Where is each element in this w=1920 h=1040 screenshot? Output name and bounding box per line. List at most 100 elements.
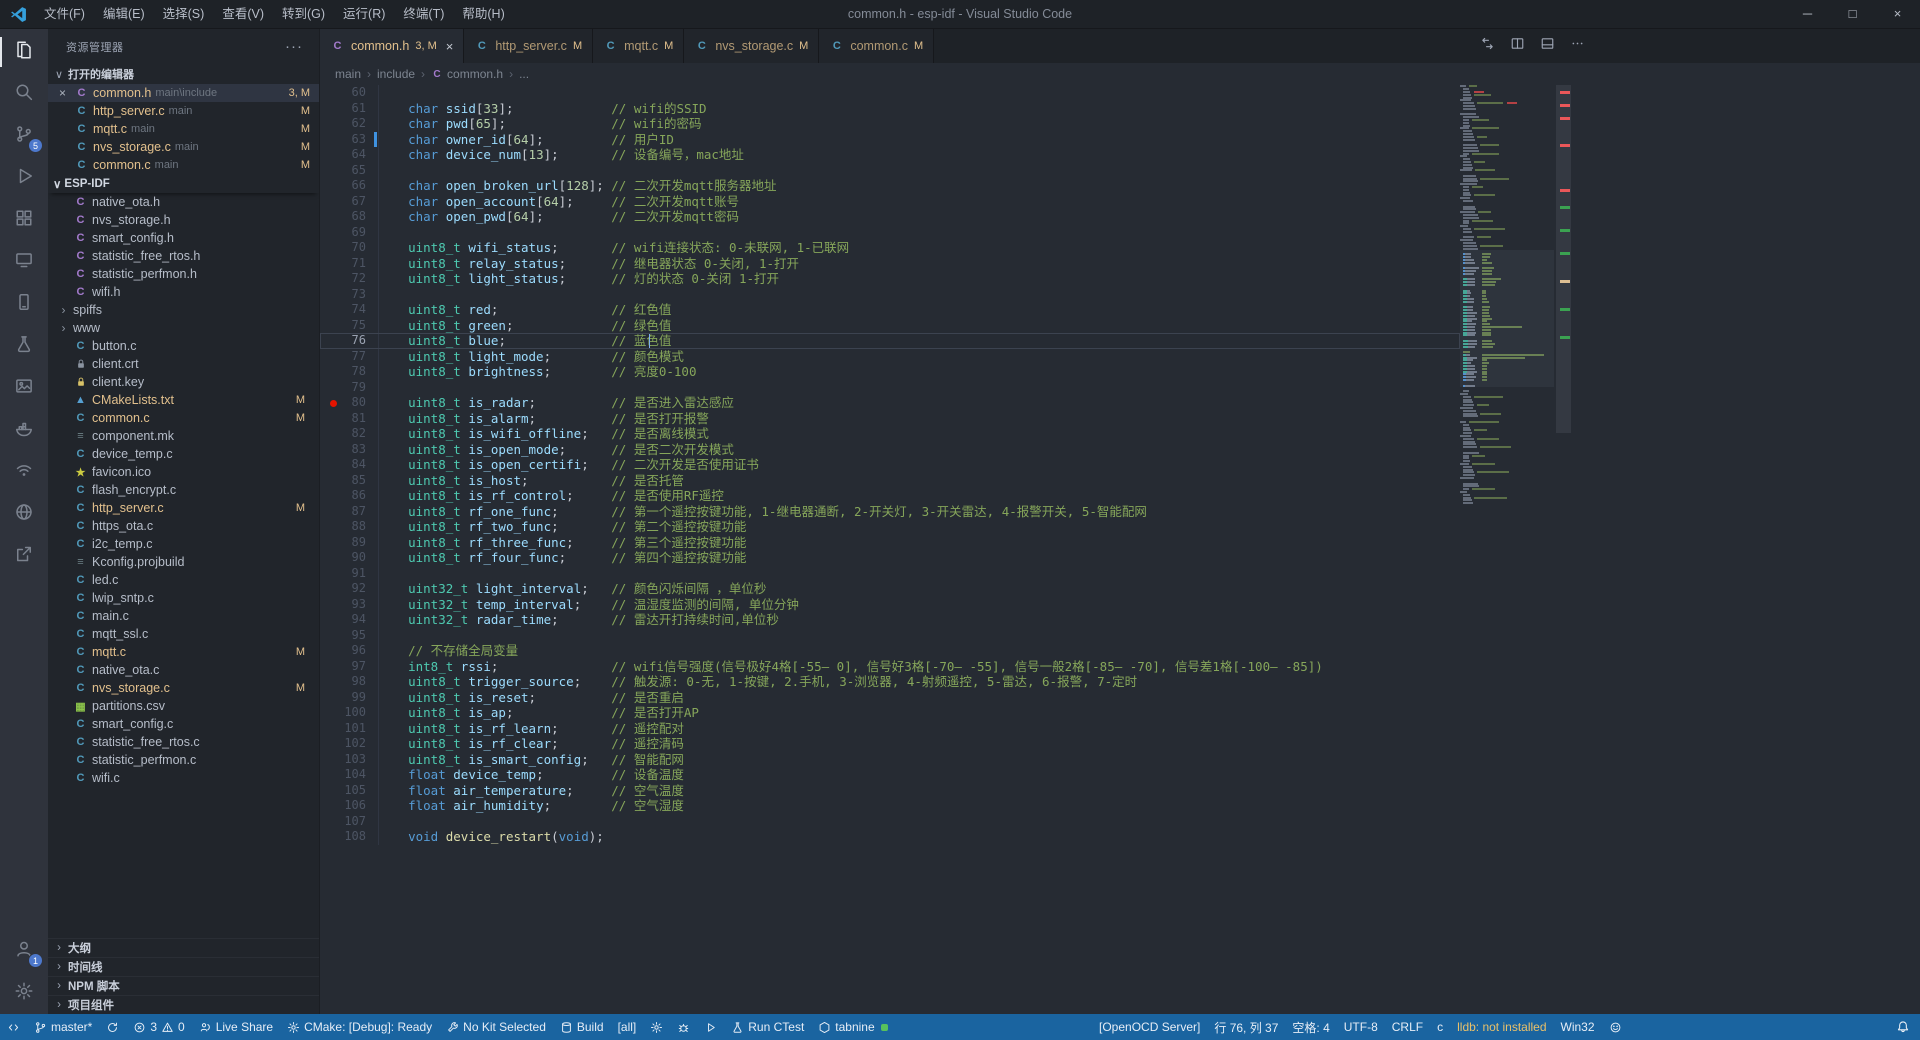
line-number[interactable]: 102 (320, 736, 366, 752)
line-number[interactable]: 60 (320, 85, 366, 101)
line-number[interactable]: 65 (320, 163, 366, 179)
open-editors-header[interactable]: ∨ 打开的编辑器 (48, 64, 319, 84)
line-number[interactable]: 83 (320, 442, 366, 458)
tab-mqtt.c[interactable]: Cmqtt.cM (593, 29, 684, 63)
line-number[interactable]: 69 (320, 225, 366, 241)
file-item[interactable]: client.key (48, 373, 319, 391)
code-line-106[interactable]: 106 float air_humidity;// 空气湿度 (320, 798, 1460, 814)
activity-accounts[interactable]: 1 (0, 930, 48, 972)
sidebar-section[interactable]: ›项目组件 (48, 995, 319, 1014)
code-line-69[interactable]: 69 (320, 225, 1460, 241)
code-line-105[interactable]: 105 float air_temperature;// 空气温度 (320, 783, 1460, 799)
code-line-77[interactable]: 77 uint8_t light_mode;// 颜色模式 (320, 349, 1460, 365)
line-number[interactable]: 104 (320, 767, 366, 783)
sidebar-section[interactable]: ›大纲 (48, 938, 319, 957)
status-tabnine[interactable]: tabnine (811, 1014, 894, 1040)
line-number[interactable]: 82 (320, 426, 366, 442)
code-line-96[interactable]: 96 // 不存储全局变量 (320, 643, 1460, 659)
notifications-bell-icon[interactable] (1896, 1014, 1910, 1040)
code-line-65[interactable]: 65 (320, 163, 1460, 179)
code-line-64[interactable]: 64 char device_num[13];// 设备编号，mac地址 (320, 147, 1460, 163)
code-line-75[interactable]: 75 uint8_t green;// 绿色值 (320, 318, 1460, 334)
code-line-99[interactable]: 99 uint8_t is_reset;// 是否重启 (320, 690, 1460, 706)
line-number[interactable]: 85 (320, 473, 366, 489)
status-cmake-kit[interactable]: No Kit Selected (439, 1014, 553, 1040)
code-line-67[interactable]: 67 char open_account[64];// 二次开发mqtt账号 (320, 194, 1460, 210)
code-line-85[interactable]: 85 uint8_t is_host;// 是否托管 (320, 473, 1460, 489)
open-editor-item[interactable]: Cnvs_storage.cmainM (48, 138, 319, 156)
line-number[interactable]: 106 (320, 798, 366, 814)
code-line-87[interactable]: 87 uint8_t rf_one_func;// 第一个遥控按键功能, 1-继… (320, 504, 1460, 520)
line-number[interactable]: 105 (320, 783, 366, 799)
file-item[interactable]: Chttps_ota.c (48, 517, 319, 535)
code-line-81[interactable]: 81 uint8_t is_alarm;// 是否打开报警 (320, 411, 1460, 427)
code-line-60[interactable]: 60 (320, 85, 1460, 101)
code-line-88[interactable]: 88 uint8_t rf_two_func;// 第二个遥控按键功能 (320, 519, 1460, 535)
file-item[interactable]: Csmart_config.c (48, 715, 319, 733)
code-line-103[interactable]: 103 uint8_t is_smart_config;// 智能配网 (320, 752, 1460, 768)
code-line-79[interactable]: 79 (320, 380, 1460, 396)
code-line-70[interactable]: 70 uint8_t wifi_status;// wifi连接状态: 0-未联… (320, 240, 1460, 256)
code-line-86[interactable]: 86 uint8_t is_rf_control;// 是否使用RF遥控 (320, 488, 1460, 504)
sidebar-section[interactable]: ›NPM 脚本 (48, 976, 319, 995)
code-line-63[interactable]: 63 char owner_id[64];// 用户ID (320, 132, 1460, 148)
code-line-68[interactable]: 68 char open_pwd[64];// 二次开发mqtt密码 (320, 209, 1460, 225)
code-line-102[interactable]: 102 uint8_t is_rf_clear;// 遥控清码 (320, 736, 1460, 752)
code-line-97[interactable]: 97 int8_t rssi;// wifi信号强度(信号极好4格[-55— 0… (320, 659, 1460, 675)
code-line-95[interactable]: 95 (320, 628, 1460, 644)
file-item[interactable]: Clwip_sntp.c (48, 589, 319, 607)
line-number[interactable]: 79 (320, 380, 366, 396)
line-number[interactable]: 98 (320, 674, 366, 690)
breadcrumb-item[interactable]: ... (519, 67, 529, 81)
code-line-76[interactable]: 76 uint8_t blue;// 蓝色值 (320, 333, 1460, 349)
file-item[interactable]: Cflash_encrypt.c (48, 481, 319, 499)
open-editor-item[interactable]: Chttp_server.cmainM (48, 102, 319, 120)
activity-testing[interactable] (0, 325, 48, 367)
status-sync[interactable] (99, 1014, 126, 1040)
line-number[interactable]: 77 (320, 349, 366, 365)
code-line-92[interactable]: 92 uint32_t light_interval;// 颜色闪烁间隔 ，单位… (320, 581, 1460, 597)
file-item[interactable]: Cstatistic_perfmon.c (48, 751, 319, 769)
sidebar-section[interactable]: ›时间线 (48, 957, 319, 976)
folder-item[interactable]: ›spiffs (48, 301, 319, 319)
line-number[interactable]: 80 (320, 395, 366, 411)
code-line-90[interactable]: 90 uint8_t rf_four_func;// 第四个遥控按键功能 (320, 550, 1460, 566)
line-number[interactable]: 96 (320, 643, 366, 659)
status-build-settings[interactable] (643, 1014, 670, 1040)
status-cursor-position[interactable]: 行 76, 列 37 (1207, 1014, 1285, 1040)
line-number[interactable]: 61 (320, 101, 366, 117)
status-live-share[interactable]: Live Share (192, 1014, 280, 1040)
line-number[interactable]: 87 (320, 504, 366, 520)
line-number[interactable]: 86 (320, 488, 366, 504)
menu-item[interactable]: 查看(V) (213, 0, 273, 28)
status-ctest[interactable]: Run CTest (724, 1014, 811, 1040)
line-number[interactable]: 74 (320, 302, 366, 318)
code-line-94[interactable]: 94 uint32_t radar_time;// 雷达开打持续时间,单位秒 (320, 612, 1460, 628)
file-item[interactable]: Cstatistic_free_rtos.h (48, 247, 319, 265)
file-item[interactable]: Cnvs_storage.cM (48, 679, 319, 697)
code-line-89[interactable]: 89 uint8_t rf_three_func;// 第三个遥控按键功能 (320, 535, 1460, 551)
activity-search[interactable] (0, 73, 48, 115)
file-item[interactable]: Cbutton.c (48, 337, 319, 355)
status-lldb-status[interactable]: lldb: not installed (1450, 1014, 1553, 1040)
code-editor[interactable]: 6061 char ssid[33];// wifi的SSID62 char p… (320, 85, 1920, 1014)
line-number[interactable]: 76 (320, 333, 366, 349)
project-root-header[interactable]: ∨ ESP-IDF (48, 174, 319, 193)
breadcrumb-item[interactable]: Ccommon.h (431, 67, 503, 81)
line-number[interactable]: 101 (320, 721, 366, 737)
file-item[interactable]: ▲CMakeLists.txtM (48, 391, 319, 409)
line-number[interactable]: 84 (320, 457, 366, 473)
line-number[interactable]: 62 (320, 116, 366, 132)
line-number[interactable]: 73 (320, 287, 366, 303)
file-item[interactable]: Ci2c_temp.c (48, 535, 319, 553)
activity-share[interactable] (0, 535, 48, 577)
code-line-107[interactable]: 107 (320, 814, 1460, 830)
minimize-button[interactable]: ─ (1785, 0, 1830, 28)
file-item[interactable]: ▦partitions.csv (48, 697, 319, 715)
activity-source-control[interactable]: 5 (0, 115, 48, 157)
line-number[interactable]: 78 (320, 364, 366, 380)
code-line-72[interactable]: 72 uint8_t light_status;// 灯的状态 0-关闭 1-打… (320, 271, 1460, 287)
activity-remote-explorer[interactable] (0, 241, 48, 283)
line-number[interactable]: 100 (320, 705, 366, 721)
code-line-61[interactable]: 61 char ssid[33];// wifi的SSID (320, 101, 1460, 117)
